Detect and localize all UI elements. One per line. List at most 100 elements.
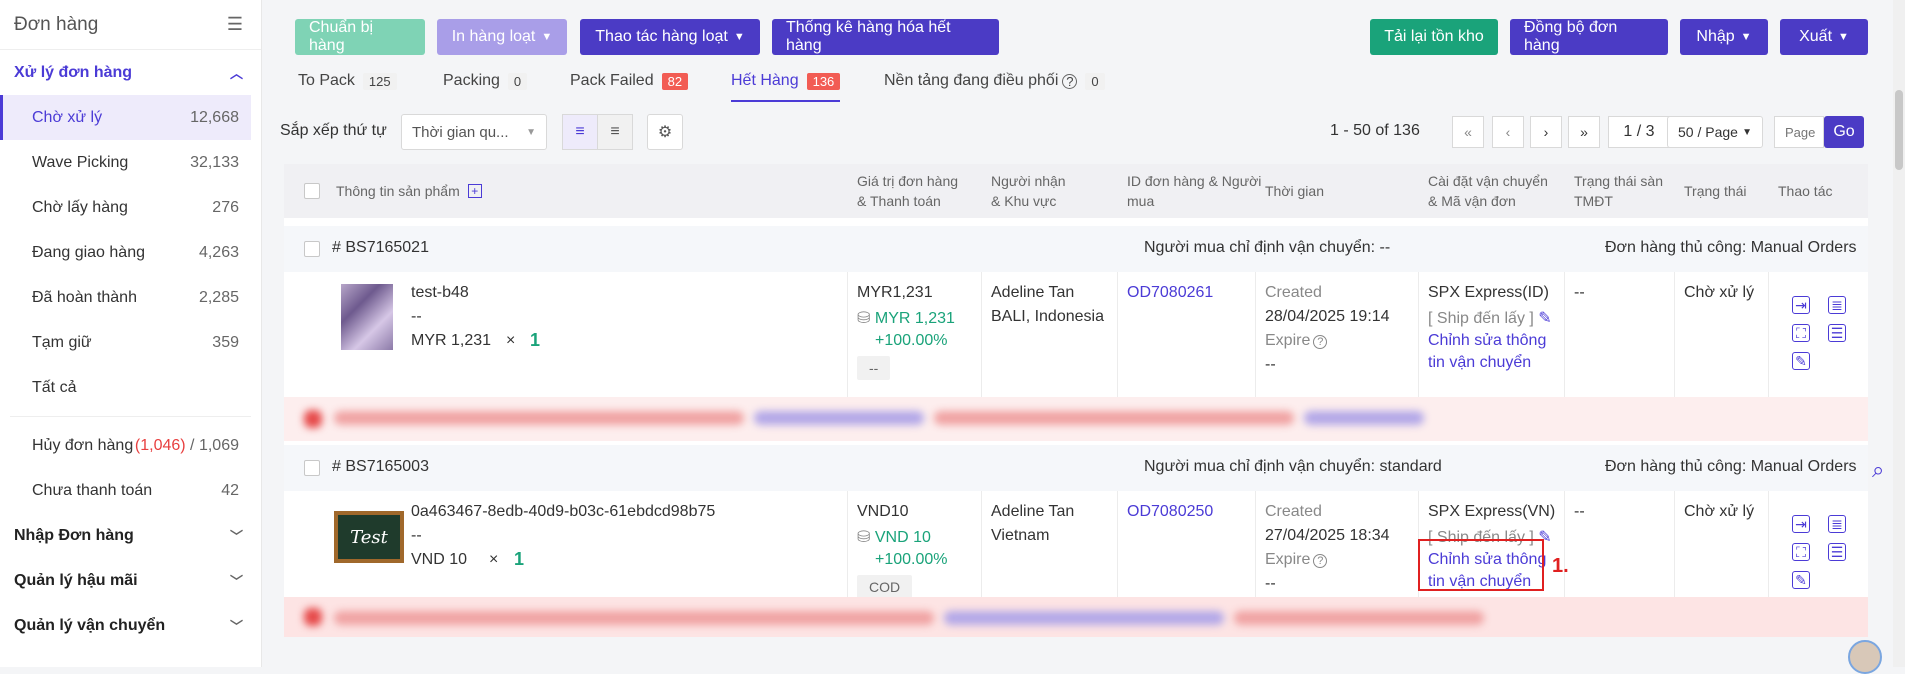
- buyer-shipping-choice: Người mua chỉ định vận chuyển: --: [1144, 239, 1391, 256]
- bulk-print-button[interactable]: In hàng loạt ▼: [437, 19, 567, 55]
- edit-order-icon[interactable]: ✎: [1792, 352, 1810, 370]
- prev-page-icon[interactable]: ‹: [1492, 116, 1524, 148]
- sidebar-item-unpaid[interactable]: Chưa thanh toán 42: [0, 468, 261, 513]
- package-icon[interactable]: ⛶: [1792, 543, 1810, 561]
- col-value: Giá trị đơn hàng & Thanh toán: [857, 173, 959, 209]
- sidebar-item-pending[interactable]: Chờ xử lý 12,668: [0, 95, 251, 140]
- chevron-down-icon: ﹀: [229, 619, 243, 634]
- bulk-operations-button[interactable]: Thao tác hàng loạt ▼: [580, 19, 760, 55]
- sync-orders-button[interactable]: Đồng bộ đơn hàng: [1510, 19, 1668, 55]
- ecom-status: --: [1574, 503, 1585, 520]
- recipient-region: Vietnam: [991, 527, 1050, 544]
- scrollbar-thumb[interactable]: [1895, 90, 1903, 170]
- tab-pack-failed[interactable]: Pack Failed 82: [570, 66, 689, 96]
- order-value: VND10: [857, 503, 909, 520]
- chevron-down-icon: ▼: [1838, 31, 1849, 43]
- order-checkbox[interactable]: [304, 241, 320, 257]
- chevron-down-icon: ﹀: [229, 529, 243, 544]
- recipient-region: BALI, Indonesia: [991, 308, 1104, 325]
- settings-gear-icon[interactable]: ⚙: [647, 114, 683, 150]
- blurred-warning-banner: [284, 397, 1868, 441]
- page-jump-input[interactable]: [1774, 116, 1824, 148]
- tab-out-of-stock[interactable]: Hết Hàng 136: [731, 66, 841, 102]
- ship-icon[interactable]: ⇥: [1792, 515, 1810, 533]
- buyer-shipping-choice: Người mua chỉ định vận chuyển: standard: [1144, 458, 1442, 475]
- sidebar-group-label: Xử lý đơn hàng: [14, 63, 133, 81]
- manual-order-label: Đơn hàng thủ công: Manual Orders: [1605, 239, 1857, 256]
- sidebar-group-processing[interactable]: Xử lý đơn hàng ︿: [0, 50, 261, 95]
- avatar[interactable]: [1848, 640, 1882, 674]
- select-all-checkbox[interactable]: [304, 183, 320, 199]
- per-page-select[interactable]: 50 / Page ▼: [1667, 116, 1763, 148]
- col-order-id: ID đơn hàng & Người mua: [1127, 173, 1262, 209]
- import-button[interactable]: Nhập ▼: [1680, 19, 1768, 55]
- product-name[interactable]: test-b48: [411, 284, 469, 302]
- chevron-down-icon: ▼: [1740, 31, 1752, 43]
- chevron-down-icon: ﹀: [229, 574, 243, 589]
- first-page-icon[interactable]: «: [1452, 116, 1484, 148]
- sidebar-group-after-sales[interactable]: Quản lý hậu mãi ﹀: [0, 558, 261, 603]
- package-icon[interactable]: ⛶: [1792, 324, 1810, 342]
- sort-select[interactable]: Thời gian qu... ▼: [401, 114, 547, 150]
- order-id-link[interactable]: OD7080250: [1127, 503, 1213, 521]
- product-thumbnail[interactable]: [341, 284, 393, 350]
- blurred-warning-banner: [284, 597, 1868, 637]
- chevron-up-icon: ︿: [229, 66, 243, 81]
- document-icon[interactable]: ≣: [1828, 296, 1846, 314]
- product-thumbnail[interactable]: Test: [334, 511, 404, 563]
- search-icon[interactable]: ⌕: [1872, 457, 1884, 483]
- sidebar-title: Đơn hàng: [14, 13, 99, 35]
- expand-plus-icon[interactable]: +: [467, 184, 482, 198]
- coins-icon: ⛁: [857, 310, 871, 327]
- edit-icon[interactable]: ✎: [1538, 310, 1551, 327]
- order-status: Chờ xử lý: [1684, 503, 1755, 520]
- last-page-icon[interactable]: »: [1568, 116, 1600, 148]
- list-icon[interactable]: ☰: [1828, 543, 1846, 561]
- sidebar-item-shipping[interactable]: Đang giao hàng 4,263: [0, 230, 261, 275]
- col-product: Thông tin sản phẩm +: [336, 164, 482, 218]
- document-icon[interactable]: ≣: [1828, 515, 1846, 533]
- col-time: Thời gian: [1265, 183, 1324, 199]
- edit-shipping-link[interactable]: Chỉnh sửa thông: [1428, 332, 1546, 350]
- prepare-goods-button[interactable]: Chuẩn bị hàng: [295, 19, 425, 55]
- value-percent: +100.00%: [875, 551, 948, 568]
- sidebar-item-all[interactable]: Tất cả: [0, 365, 261, 410]
- next-page-icon[interactable]: ›: [1530, 116, 1562, 148]
- go-button[interactable]: Go: [1824, 116, 1864, 148]
- tab-packing[interactable]: Packing 0: [443, 66, 528, 96]
- ship-icon[interactable]: ⇥: [1792, 296, 1810, 314]
- order-number: # BS7165021: [332, 239, 429, 256]
- sidebar-item-awaiting-pickup[interactable]: Chờ lấy hàng 276: [0, 185, 261, 230]
- order-checkbox[interactable]: [304, 460, 320, 476]
- menu-collapse-icon[interactable]: ☰: [227, 14, 243, 35]
- sidebar-group-import[interactable]: Nhập Đơn hàng ﹀: [0, 513, 261, 558]
- edit-order-icon[interactable]: ✎: [1792, 571, 1810, 589]
- list-icon[interactable]: ☰: [1828, 324, 1846, 342]
- product-name[interactable]: 0a463467-8edb-40d9-b03c-61ebdcd98b75: [411, 503, 715, 521]
- reload-stock-button[interactable]: Tải lại tồn kho: [1370, 19, 1498, 55]
- tab-to-pack[interactable]: To Pack 125: [298, 66, 397, 96]
- help-icon: ?: [1062, 73, 1078, 89]
- annotation-label: 1.: [1552, 555, 1569, 577]
- current-page: 1 / 3: [1608, 116, 1670, 148]
- col-status: Trạng thái: [1684, 183, 1747, 199]
- quantity: 1: [530, 330, 541, 350]
- sort-asc-icon[interactable]: ≡: [597, 114, 633, 150]
- created-time: 27/04/2025 18:34: [1265, 527, 1390, 544]
- chevron-down-icon: ▼: [541, 31, 553, 43]
- sort-desc-icon[interactable]: ≡: [562, 114, 598, 150]
- order-id-link[interactable]: OD7080261: [1127, 284, 1213, 302]
- tab-platform-dispatching[interactable]: Nền tảng đang điều phối? 0: [884, 66, 1105, 96]
- sidebar-item-completed[interactable]: Đã hoàn thành 2,285: [0, 275, 261, 320]
- recipient-name: Adeline Tan: [991, 503, 1075, 520]
- export-button[interactable]: Xuất ▼: [1780, 19, 1868, 55]
- out-of-stock-stats-button[interactable]: Thống kê hàng hóa hết hàng: [772, 19, 999, 55]
- order-header: # BS7165021 Người mua chỉ định vận chuyể…: [284, 226, 1868, 272]
- sidebar-item-wave-picking[interactable]: Wave Picking 32,133: [0, 140, 261, 185]
- sidebar-group-shipping-mgmt[interactable]: Quản lý vận chuyển ﹀: [0, 603, 261, 648]
- sidebar-item-cancelled[interactable]: Hủy đơn hàng (1,046) / 1,069: [0, 423, 261, 468]
- sidebar-item-on-hold[interactable]: Tạm giữ 359: [0, 320, 261, 365]
- scrollbar[interactable]: [1893, 0, 1905, 667]
- product-price: VND 10: [411, 551, 468, 568]
- ecom-status: --: [1574, 284, 1585, 301]
